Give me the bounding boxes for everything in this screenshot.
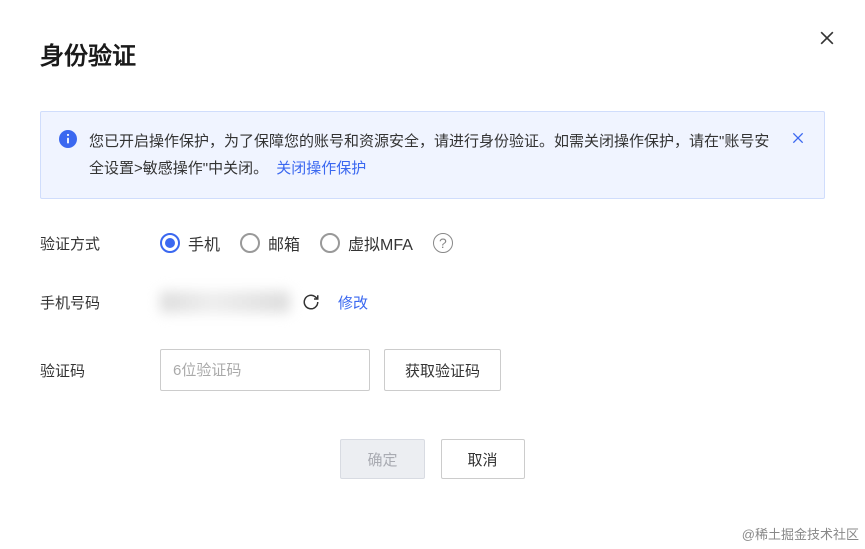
code-label: 验证码 <box>40 360 160 381</box>
refresh-icon[interactable] <box>302 293 320 311</box>
alert-content: 您已开启操作保护，为了保障您的账号和资源安全，请进行身份验证。如需关闭操作保护，… <box>89 128 778 182</box>
phone-label: 手机号码 <box>40 292 160 313</box>
info-alert: 您已开启操作保护，为了保障您的账号和资源安全，请进行身份验证。如需关闭操作保护，… <box>40 111 825 199</box>
help-icon[interactable]: ? <box>433 233 453 253</box>
watermark: @稀土掘金技术社区 <box>742 524 859 543</box>
radio-email-label: 邮箱 <box>268 231 300 255</box>
phone-value-area: 修改 <box>160 291 368 313</box>
radio-circle <box>240 233 260 253</box>
modal-title: 身份验证 <box>40 36 136 71</box>
get-code-button[interactable]: 获取验证码 <box>384 349 501 391</box>
cancel-button[interactable]: 取消 <box>441 439 525 479</box>
phone-number-masked <box>160 291 290 313</box>
identity-verification-modal: 身份验证 您已开启操作保护，为了保障您的账号和资源安全，请进行身份验证。如需关闭… <box>0 0 865 503</box>
confirm-button[interactable]: 确定 <box>340 439 424 479</box>
radio-mfa-label: 虚拟MFA <box>348 231 413 255</box>
code-input-group: 获取验证码 <box>160 349 501 391</box>
info-icon <box>59 130 77 148</box>
modify-link[interactable]: 修改 <box>338 292 368 313</box>
radio-email[interactable]: 邮箱 <box>240 231 300 255</box>
radio-phone[interactable]: 手机 <box>160 231 220 255</box>
alert-close-icon[interactable] <box>790 130 806 146</box>
disable-protection-link[interactable]: 关闭操作保护 <box>276 160 366 177</box>
close-icon[interactable] <box>817 28 837 48</box>
code-row: 验证码 获取验证码 <box>40 349 825 391</box>
modal-footer: 确定 取消 <box>40 439 825 479</box>
radio-phone-label: 手机 <box>188 231 220 255</box>
modal-header: 身份验证 <box>40 36 825 71</box>
method-label: 验证方式 <box>40 233 160 254</box>
radio-dot <box>165 238 175 248</box>
phone-row: 手机号码 修改 <box>40 291 825 313</box>
radio-circle <box>320 233 340 253</box>
alert-text: 您已开启操作保护，为了保障您的账号和资源安全，请进行身份验证。如需关闭操作保护，… <box>89 133 769 177</box>
verification-code-input[interactable] <box>160 349 370 391</box>
method-row: 验证方式 手机 邮箱 虚拟MFA ? <box>40 231 825 255</box>
radio-circle-selected <box>160 233 180 253</box>
method-radio-group: 手机 邮箱 虚拟MFA ? <box>160 231 453 255</box>
radio-mfa[interactable]: 虚拟MFA <box>320 231 413 255</box>
